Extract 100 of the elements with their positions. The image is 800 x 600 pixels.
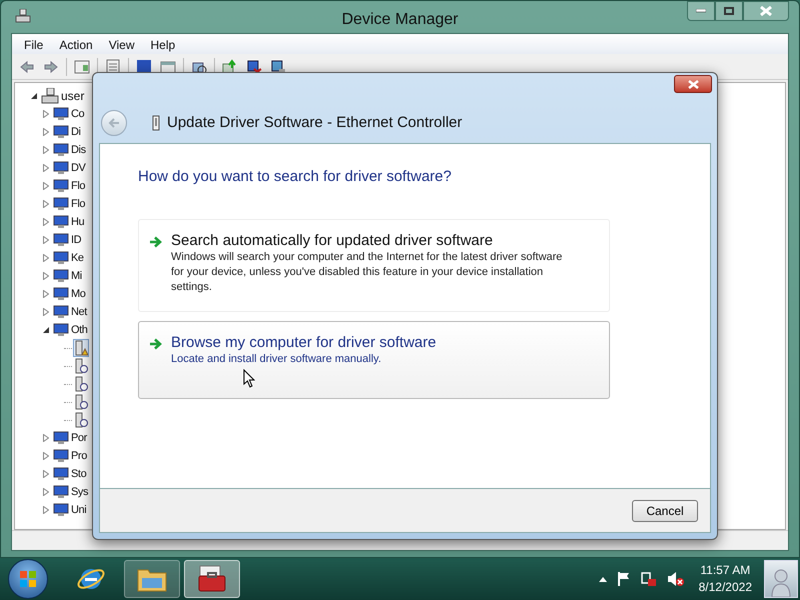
- tree-item-label[interactable]: user: [61, 87, 84, 105]
- cancel-button[interactable]: Cancel: [632, 500, 698, 522]
- user-silhouette-icon: [770, 567, 792, 597]
- tree-item-label[interactable]: Dis: [71, 142, 86, 158]
- tree-item-label[interactable]: Uni: [71, 502, 86, 518]
- option-button[interactable]: Browse my computer for driver software Locate and install driver software manually.: [138, 320, 610, 398]
- close-button[interactable]: [674, 75, 712, 93]
- device-icon: [53, 161, 69, 175]
- speaker-muted-icon[interactable]: [666, 571, 685, 587]
- tree-item-label[interactable]: ID: [71, 232, 82, 248]
- arrow-icon: [149, 338, 163, 350]
- properties-icon: [105, 58, 121, 74]
- start-button[interactable]: [8, 559, 48, 599]
- close-icon: [760, 6, 772, 16]
- menu-item[interactable]: View: [108, 36, 134, 54]
- device-icon: [53, 143, 69, 157]
- expand-arrow-icon[interactable]: [43, 146, 49, 154]
- device-icon: [53, 449, 69, 463]
- clock-time[interactable]: 11:57 AM: [700, 562, 750, 579]
- toolbox-icon: [196, 564, 228, 594]
- menu-item[interactable]: Help: [150, 36, 176, 54]
- device-icon: [53, 215, 69, 229]
- tree-item-label[interactable]: Co: [71, 106, 84, 122]
- expand-arrow-icon[interactable]: [43, 506, 49, 514]
- tree-item-label[interactable]: Pro: [71, 448, 87, 464]
- minimize-button[interactable]: [687, 1, 715, 21]
- tree-item-label[interactable]: Mo: [71, 286, 86, 302]
- tree-item-label[interactable]: Por: [71, 430, 87, 446]
- expand-arrow-icon[interactable]: [43, 128, 49, 136]
- menu-item[interactable]: File: [24, 36, 44, 54]
- device-icon: [53, 107, 69, 121]
- forward-arrow-icon: [43, 58, 59, 74]
- expand-arrow-icon[interactable]: [43, 470, 49, 478]
- expand-arrow-icon[interactable]: [43, 290, 49, 298]
- close-icon: [688, 80, 698, 88]
- computer-icon: [41, 88, 59, 104]
- collapse-arrow-icon[interactable]: [43, 327, 49, 333]
- arrow-icon: [149, 236, 163, 248]
- expand-arrow-icon[interactable]: [43, 308, 49, 316]
- device-icon: [53, 323, 69, 337]
- expand-arrow-icon[interactable]: [43, 254, 49, 262]
- tree-item-label[interactable]: Flo: [71, 178, 86, 194]
- option-button[interactable]: [138, 218, 610, 312]
- window-title: Device Manager: [342, 10, 458, 30]
- network-icon[interactable]: [640, 571, 657, 587]
- network-card-icon: [151, 115, 161, 131]
- expand-arrow-icon[interactable]: [43, 110, 49, 118]
- expand-arrow-icon[interactable]: [43, 272, 49, 280]
- dialog-title: Update Driver Software - Ethernet Controller: [167, 112, 462, 133]
- expand-arrow-icon[interactable]: [43, 434, 49, 442]
- user-account-button[interactable]: [764, 560, 798, 598]
- tree-item-label[interactable]: Ke: [71, 250, 84, 266]
- unknown-device-icon: [74, 412, 88, 428]
- disable-device-icon: [246, 58, 262, 74]
- tree-item-label[interactable]: Sys: [71, 484, 88, 500]
- panel-button[interactable]: [73, 58, 91, 76]
- expand-arrow-icon[interactable]: [43, 236, 49, 244]
- menu-item[interactable]: Action: [59, 36, 93, 54]
- device-icon: [53, 269, 69, 283]
- maximize-button[interactable]: [715, 1, 743, 21]
- option-title: Search automatically for updated driver software: [171, 232, 493, 250]
- close-button[interactable]: [743, 1, 789, 21]
- flag-icon[interactable]: [616, 571, 631, 587]
- tree-item-label[interactable]: Mi: [71, 268, 82, 284]
- expand-arrow-icon[interactable]: [43, 488, 49, 496]
- tree-item-label[interactable]: Flo: [71, 196, 86, 212]
- back-button[interactable]: [101, 110, 127, 136]
- unknown-device-icon: [74, 394, 88, 410]
- clock-date[interactable]: 8/12/2022: [698, 579, 752, 596]
- mouse-cursor-icon: [243, 369, 255, 388]
- expand-arrow-icon[interactable]: [43, 164, 49, 172]
- back-arrow-icon: [19, 58, 35, 74]
- taskbar-app-button[interactable]: [124, 560, 180, 598]
- tree-item-label[interactable]: DV: [71, 160, 86, 176]
- expand-arrow-icon[interactable]: [43, 218, 49, 226]
- windows-logo-icon: [19, 570, 37, 588]
- tree-item-label[interactable]: Net: [71, 304, 87, 320]
- device-icon: [53, 431, 69, 445]
- device-icon: [53, 197, 69, 211]
- device-icon: [53, 179, 69, 193]
- tree-item-label[interactable]: Hu: [71, 214, 84, 230]
- collapse-arrow-icon[interactable]: [31, 93, 37, 99]
- back-arrow-icon: [108, 118, 120, 128]
- show-hidden-icons-icon[interactable]: [598, 576, 607, 582]
- device-icon: [53, 287, 69, 301]
- unknown-device-icon: [74, 376, 88, 392]
- minimize-icon: [696, 9, 706, 13]
- dialog-heading: How do you want to search for driver software?: [138, 167, 452, 187]
- expand-arrow-icon[interactable]: [43, 452, 49, 460]
- unknown-device-icon: [74, 358, 88, 374]
- device-icon: [53, 467, 69, 481]
- tree-item-label[interactable]: Oth: [71, 322, 88, 338]
- device-icon: [53, 485, 69, 499]
- expand-arrow-icon[interactable]: [43, 200, 49, 208]
- tree-item-label[interactable]: Sto: [71, 466, 86, 482]
- tree-item-label[interactable]: Di: [71, 124, 81, 140]
- warning-device-icon: [74, 340, 88, 356]
- taskbar-app-button[interactable]: [184, 560, 240, 598]
- maximize-icon: [724, 7, 734, 15]
- expand-arrow-icon[interactable]: [43, 182, 49, 190]
